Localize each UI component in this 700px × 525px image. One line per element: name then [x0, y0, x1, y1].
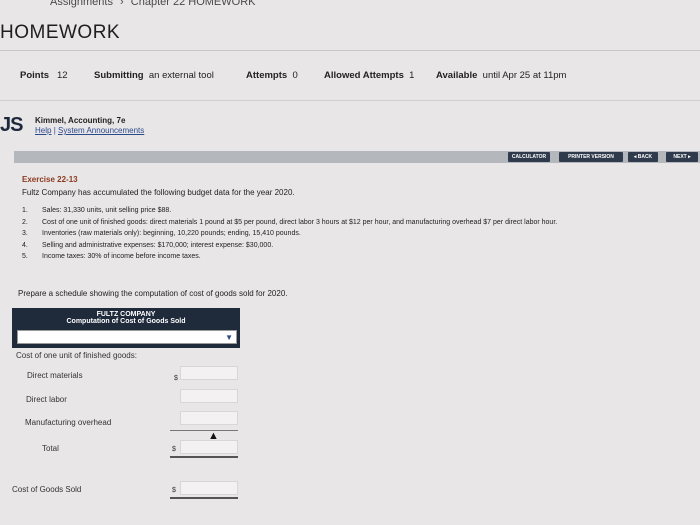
calculator-button[interactable]: CALCULATOR: [508, 152, 550, 162]
subtotal-rule: [170, 430, 238, 431]
list-text: Sales: 31,330 units, unit selling price …: [42, 207, 172, 214]
list-text: Cost of one unit of finished goods: dire…: [42, 218, 558, 226]
unit-cost-label: Cost of one unit of finished goods:: [16, 351, 137, 360]
question-prompt: Prepare a schedule showing the computati…: [18, 289, 288, 298]
overhead-label: Manufacturing overhead: [25, 418, 112, 427]
system-announcements-link[interactable]: System Announcements: [58, 126, 144, 135]
points-label: Points: [20, 70, 50, 81]
allowed-attempts-label: Allowed Attempts: [324, 70, 404, 81]
attempts-meta: Attempts 0: [246, 70, 298, 81]
list-text: Selling and administrative expenses: $17…: [42, 241, 274, 249]
list-text: Income taxes: 30% of income before incom…: [42, 253, 201, 260]
total-input[interactable]: [180, 440, 238, 454]
help-link[interactable]: Help: [35, 126, 51, 135]
breadcrumb-separator-icon: ›: [120, 0, 124, 8]
course-title: Kimmel, Accounting, 7e: [35, 116, 126, 125]
schedule-header: FULTZ COMPANY Computation of Cost of Goo…: [12, 308, 240, 348]
currency-symbol: $: [172, 487, 176, 494]
total-label: Total: [42, 444, 59, 453]
allowed-attempts-meta: Allowed Attempts 1: [324, 70, 414, 81]
schedule-company: FULTZ COMPANY: [96, 311, 156, 318]
direct-materials-input[interactable]: [180, 366, 238, 380]
printer-version-button[interactable]: PRINTER VERSION: [559, 152, 623, 162]
header-links: Help | System Announcements: [35, 126, 144, 135]
breadcrumb-assignments-link[interactable]: Assignments: [50, 0, 113, 8]
available-meta: Available until Apr 25 at 11pm: [436, 70, 566, 81]
breadcrumb-current: Chapter 22 HOMEWORK: [130, 0, 256, 8]
list-number: 1.: [22, 207, 28, 214]
question-toolbar: CALCULATOR PRINTER VERSION ◂ BACK NEXT ▸: [14, 151, 700, 163]
direct-labor-input[interactable]: [180, 389, 238, 403]
schedule-subtitle: Computation of Cost of Goods Sold: [66, 318, 186, 325]
points-value: 12: [56, 70, 68, 81]
period-select[interactable]: ▼: [17, 330, 237, 344]
available-value: until Apr 25 at 11pm: [482, 70, 567, 81]
budget-data-list: 1. Sales: 31,330 units, unit selling pric…: [22, 207, 692, 265]
chevron-down-icon: ▼: [225, 333, 233, 342]
list-item: 3. Inventories (raw materials only): begi…: [22, 230, 692, 242]
back-button[interactable]: ◂ BACK: [628, 152, 658, 162]
publisher-logo: JS: [0, 114, 23, 136]
list-item: 1. Sales: 31,330 units, unit selling pric…: [22, 207, 692, 219]
submitting-label: Submitting: [94, 70, 144, 81]
breadcrumb: Assignments › Chapter 22 HOMEWORK: [0, 0, 700, 10]
assignment-meta: Points 12 Submitting an external tool At…: [0, 66, 700, 88]
currency-symbol: $: [172, 446, 176, 453]
submitting-meta: Submitting an external tool: [94, 70, 214, 81]
list-number: 2.: [22, 218, 28, 226]
exercise-title: Exercise 22-13: [22, 175, 78, 184]
direct-materials-label: Direct materials: [27, 371, 83, 380]
submitting-value: an external tool: [148, 70, 214, 81]
list-item: 5. Income taxes: 30% of income before inc…: [22, 253, 692, 265]
overhead-input[interactable]: [180, 411, 238, 425]
list-number: 4.: [22, 241, 28, 249]
cogs-label: Cost of Goods Sold: [12, 485, 82, 494]
link-separator: |: [53, 126, 56, 135]
list-item: 2. Cost of one unit of finished goods: di…: [22, 219, 692, 231]
cogs-double-rule: [170, 497, 238, 499]
allowed-attempts-value: 1: [409, 70, 415, 81]
list-number: 3.: [22, 230, 28, 237]
attempts-label: Attempts: [246, 70, 288, 81]
list-text: Inventories (raw materials only): beginn…: [42, 230, 301, 237]
attempts-value: 0: [292, 70, 298, 81]
divider: [0, 50, 700, 51]
mouse-cursor-icon: ▲: [208, 430, 219, 442]
exercise-intro: Fultz Company has accumulated the follow…: [22, 188, 295, 197]
list-item: 4. Selling and administrative expenses: $…: [22, 242, 692, 254]
next-button[interactable]: NEXT ▸: [666, 152, 698, 162]
cogs-input[interactable]: [180, 481, 238, 495]
points-meta: Points 12: [20, 70, 68, 81]
page-title: HOMEWORK: [0, 22, 121, 43]
divider: [0, 100, 700, 101]
direct-labor-label: Direct labor: [26, 395, 67, 404]
currency-symbol: $: [174, 375, 178, 382]
available-label: Available: [436, 70, 478, 81]
total-double-rule: [170, 456, 238, 458]
list-number: 5.: [22, 253, 28, 260]
